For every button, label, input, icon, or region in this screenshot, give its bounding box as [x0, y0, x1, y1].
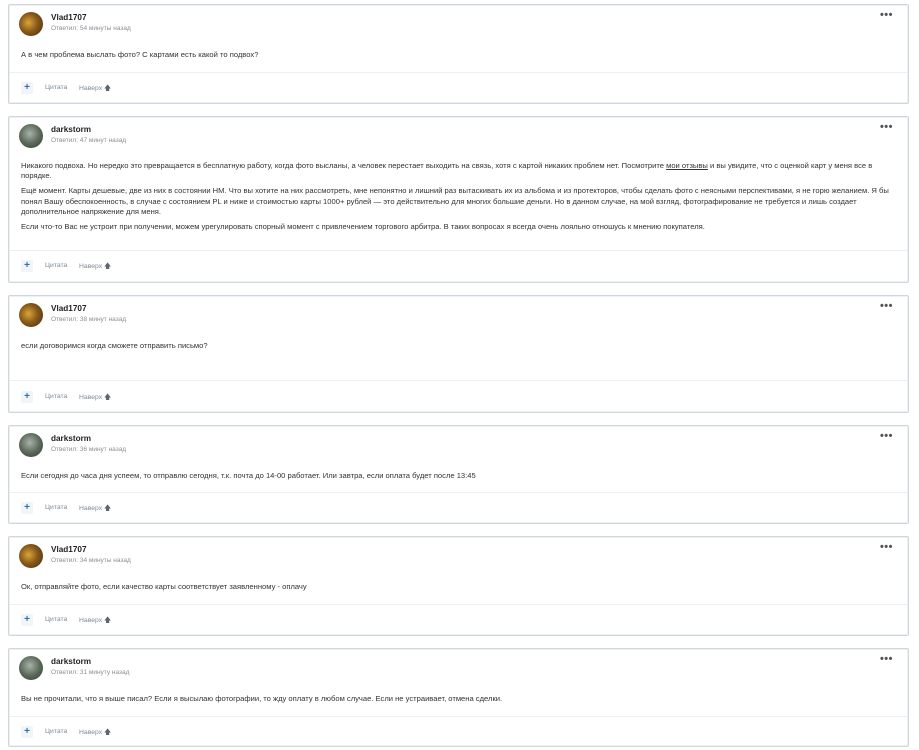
post-text: Ок, отправляйте фото, если качество карт… [21, 582, 307, 591]
post-timestamp: Ответил: 38 минут назад [51, 316, 127, 323]
author-name[interactable]: darkstorm [51, 657, 91, 666]
post-body: Никакого подвоха. Но нередко это превращ… [21, 161, 896, 237]
divider [9, 492, 908, 493]
back-to-top-label: Наверх [79, 85, 103, 92]
post-list: Vlad1707 Ответил: 54 минуты назад ••• А … [0, 0, 919, 750]
divider [9, 250, 908, 251]
back-to-top-label: Наверх [79, 505, 103, 512]
post: darkstorm Ответил: 31 минуту назад ••• В… [8, 648, 909, 747]
quote-button[interactable]: Цитата [45, 393, 67, 400]
plus-icon[interactable]: + [21, 502, 33, 514]
arrow-up-icon: 🡅 [104, 729, 112, 736]
more-options-icon[interactable]: ••• [880, 10, 893, 21]
more-options-icon[interactable]: ••• [880, 301, 893, 312]
author-name[interactable]: Vlad1707 [51, 13, 87, 22]
avatar[interactable] [19, 303, 43, 327]
back-to-top-button[interactable]: Наверх 🡅 [79, 616, 111, 627]
back-to-top-label: Наверх [79, 263, 103, 270]
post-timestamp: Ответил: 36 минут назад [51, 446, 127, 453]
back-to-top-button[interactable]: Наверх 🡅 [79, 728, 111, 739]
divider [9, 380, 908, 381]
plus-icon[interactable]: + [21, 391, 33, 403]
post-text: А в чем проблема выслать фото? С картами… [21, 50, 259, 59]
back-to-top-button[interactable]: Наверх 🡅 [79, 84, 111, 95]
post-text: Ещё момент. Карты дешевые, две из них в … [21, 186, 889, 216]
more-options-icon[interactable]: ••• [880, 122, 893, 133]
plus-icon[interactable]: + [21, 260, 33, 272]
post-timestamp: Ответил: 47 минут назад [51, 137, 127, 144]
plus-icon[interactable]: + [21, 82, 33, 94]
post-timestamp: Ответил: 31 минуту назад [51, 669, 130, 676]
post-body: Ок, отправляйте фото, если качество карт… [21, 582, 896, 597]
divider [9, 716, 908, 717]
avatar[interactable] [19, 124, 43, 148]
post-body: если договоримся когда сможете отправить… [21, 341, 896, 356]
arrow-up-icon: 🡅 [104, 505, 112, 512]
back-to-top-label: Наверх [79, 617, 103, 624]
avatar[interactable] [19, 433, 43, 457]
author-name[interactable]: darkstorm [51, 125, 91, 134]
back-to-top-label: Наверх [79, 394, 103, 401]
post-text: если договоримся когда сможете отправить… [21, 341, 208, 350]
plus-icon[interactable]: + [21, 726, 33, 738]
quote-button[interactable]: Цитата [45, 84, 67, 91]
plus-icon[interactable]: + [21, 614, 33, 626]
post-body: Вы не прочитали, что я выше писал? Если … [21, 694, 896, 709]
arrow-up-icon: 🡅 [104, 394, 112, 401]
post: Vlad1707 Ответил: 38 минут назад ••• есл… [8, 295, 909, 413]
quote-button[interactable]: Цитата [45, 728, 67, 735]
post-timestamp: Ответил: 34 минуты назад [51, 557, 131, 564]
arrow-up-icon: 🡅 [104, 263, 112, 270]
more-options-icon[interactable]: ••• [880, 431, 893, 442]
my-reviews-link[interactable]: мои отзывы [666, 161, 708, 170]
post: Vlad1707 Ответил: 54 минуты назад ••• А … [8, 4, 909, 104]
post-text-part: Никакого подвоха. Но нередко это превращ… [21, 161, 667, 170]
author-name[interactable]: Vlad1707 [51, 545, 87, 554]
back-to-top-button[interactable]: Наверх 🡅 [79, 262, 111, 273]
post-text: Если сегодня до часа дня успеем, то отпр… [21, 471, 476, 480]
post-timestamp: Ответил: 54 минуты назад [51, 25, 131, 32]
post-text: Вы не прочитали, что я выше писал? Если … [21, 694, 503, 703]
author-name[interactable]: Vlad1707 [51, 304, 87, 313]
more-options-icon[interactable]: ••• [880, 654, 893, 665]
quote-button[interactable]: Цитата [45, 504, 67, 511]
post-text: Никакого подвоха. Но нередко это превращ… [21, 161, 896, 181]
author-name[interactable]: darkstorm [51, 434, 91, 443]
arrow-up-icon: 🡅 [104, 85, 112, 92]
post-body: Если сегодня до часа дня успеем, то отпр… [21, 471, 896, 486]
divider [9, 604, 908, 605]
post: darkstorm Ответил: 36 минут назад ••• Ес… [8, 425, 909, 524]
post: darkstorm Ответил: 47 минут назад ••• Ни… [8, 116, 909, 283]
back-to-top-button[interactable]: Наверх 🡅 [79, 504, 111, 515]
post-body: А в чем проблема выслать фото? С картами… [21, 50, 896, 65]
avatar[interactable] [19, 544, 43, 568]
arrow-up-icon: 🡅 [104, 617, 112, 624]
avatar[interactable] [19, 12, 43, 36]
back-to-top-label: Наверх [79, 729, 103, 736]
post-text: Если что-то Вас не устроит при получении… [21, 222, 705, 232]
quote-button[interactable]: Цитата [45, 616, 67, 623]
more-options-icon[interactable]: ••• [880, 542, 893, 553]
quote-button[interactable]: Цитата [45, 262, 67, 269]
divider [9, 72, 908, 73]
post: Vlad1707 Ответил: 34 минуты назад ••• Ок… [8, 536, 909, 636]
back-to-top-button[interactable]: Наверх 🡅 [79, 393, 111, 404]
avatar[interactable] [19, 656, 43, 680]
